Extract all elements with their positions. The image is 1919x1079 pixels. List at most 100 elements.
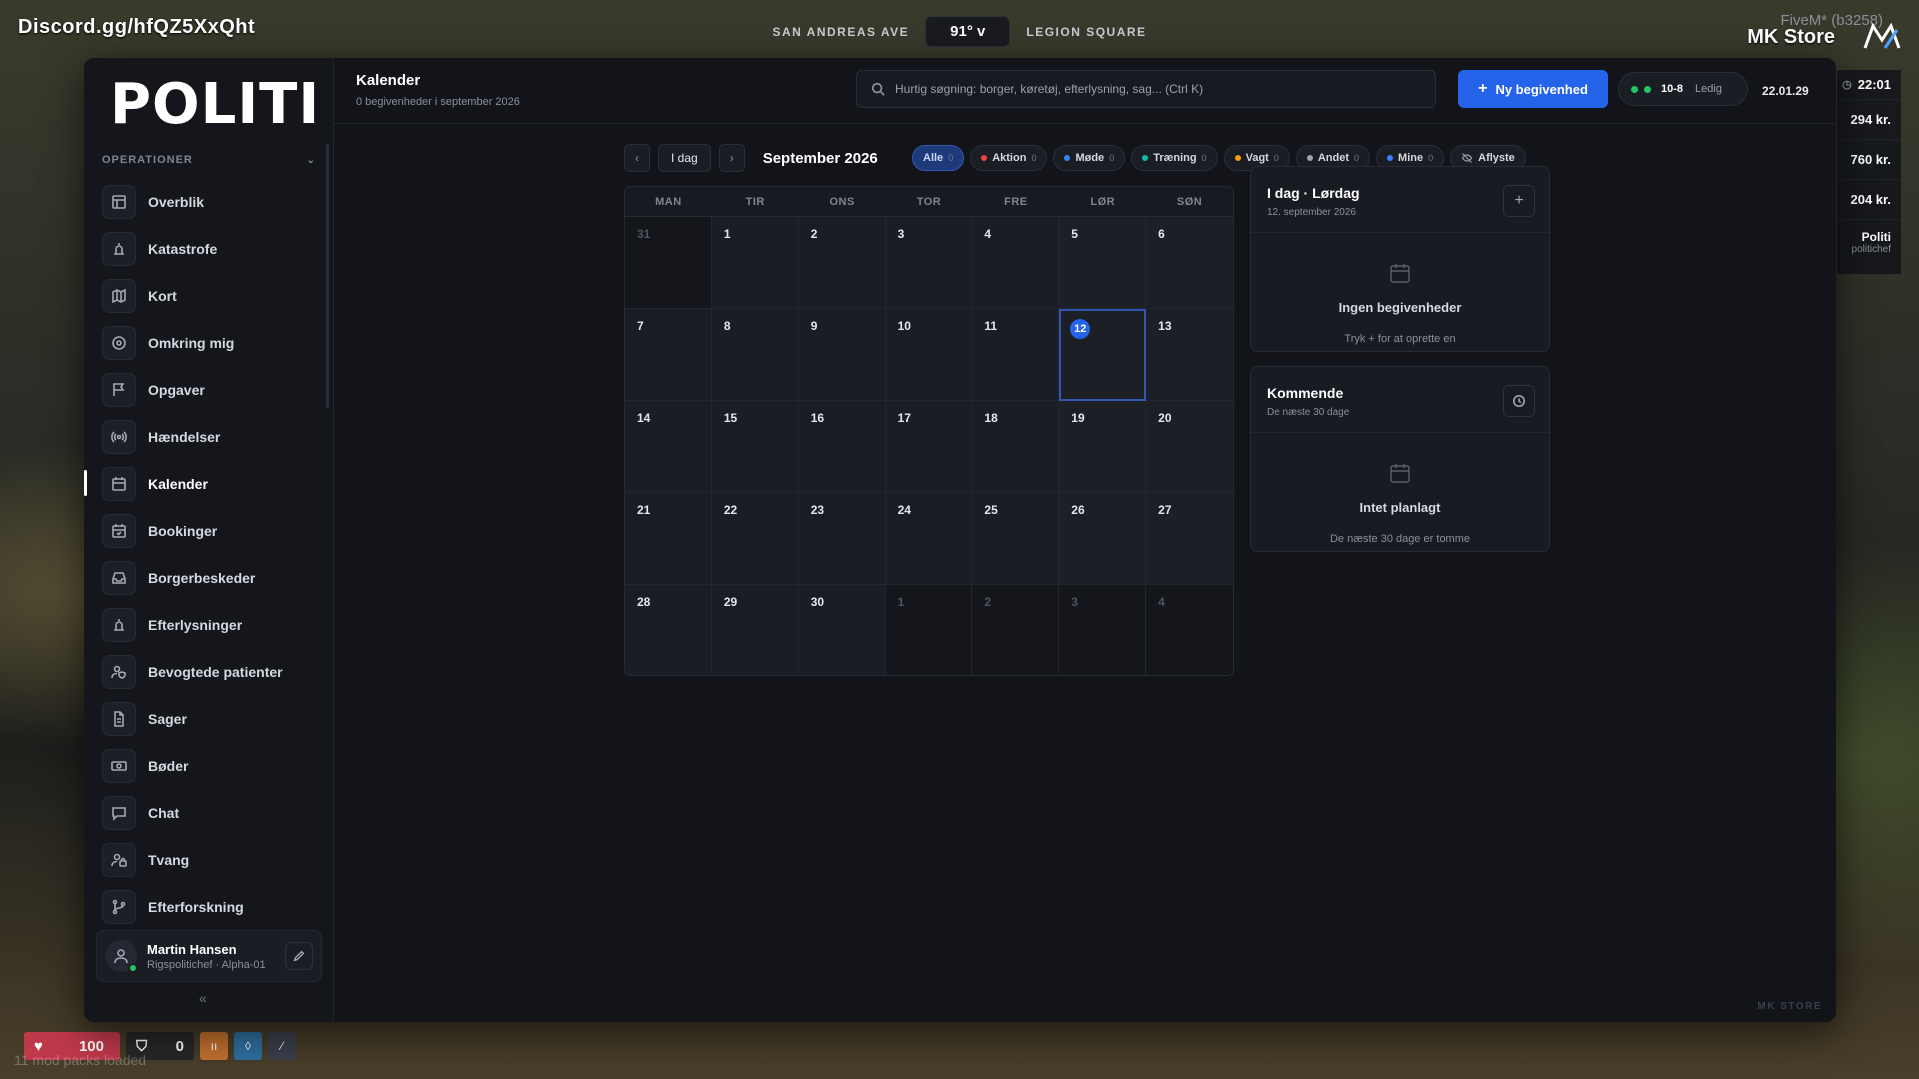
today-panel-header: I dag · Lørdag 12. september 2026 + (1251, 167, 1549, 233)
filter-count: 0 (1273, 153, 1279, 163)
next-month-button[interactable]: › (718, 144, 745, 172)
calendar-day[interactable]: 1 (885, 585, 973, 675)
sidebar-item-tvang[interactable]: Tvang (102, 836, 324, 883)
filter-label: Mine (1398, 152, 1424, 164)
store-name: MK Store (1747, 26, 1835, 48)
upcoming-panel-subtitle: De næste 30 dage (1267, 407, 1350, 418)
calendar-day[interactable]: 26 (1059, 493, 1147, 585)
sidebar-item-overblik[interactable]: Overblik (102, 178, 324, 225)
history-button[interactable] (1503, 385, 1535, 417)
section-header[interactable]: OPERATIONER ⌄ (102, 154, 316, 166)
user-card[interactable]: Martin Hansen Rigspolitichef · Alpha-01 (96, 930, 322, 982)
calendar-day[interactable]: 30 (798, 585, 886, 675)
sidebar-item-sager[interactable]: Sager (102, 695, 324, 742)
calendar-day[interactable]: 8 (711, 309, 799, 401)
calendar-day[interactable]: 2 (798, 217, 886, 309)
day-number: 16 (810, 411, 825, 425)
sidebar-item-kalender[interactable]: Kalender (84, 460, 324, 507)
prev-month-button[interactable]: ‹ (624, 144, 650, 172)
calendar-day[interactable]: 15 (711, 401, 799, 493)
chevron-right-icon: › (729, 151, 734, 165)
calendar-day[interactable]: 28 (625, 585, 712, 675)
calendar-day[interactable]: 23 (798, 493, 886, 585)
flag-icon (102, 372, 136, 407)
edit-profile-button[interactable] (285, 942, 313, 970)
calendar-day[interactable]: 6 (1146, 217, 1233, 309)
sidebar-item-kort[interactable]: Kort (102, 272, 324, 319)
calendar-day[interactable]: 5 (1059, 217, 1147, 309)
sidebar-item-bevogtede-patienter[interactable]: Bevogtede patienter (102, 648, 324, 695)
calendar-day[interactable]: 31 (625, 217, 712, 309)
calendar-day[interactable]: 25 (972, 493, 1060, 585)
search-box[interactable] (856, 70, 1436, 108)
search-input[interactable] (895, 82, 1415, 96)
sidebar-item-borgerbeskeder[interactable]: Borgerbeskeder (102, 554, 324, 601)
weekday-label: TOR (916, 195, 942, 208)
filter-chip-alle[interactable]: Alle 0 (912, 145, 965, 171)
filter-label: Aflyste (1478, 152, 1515, 164)
weekday-label: SØN (1176, 195, 1203, 208)
filter-chip-møde[interactable]: Møde 0 (1053, 145, 1126, 171)
collapse-sidebar-button[interactable]: « (199, 990, 207, 1006)
calendar-day[interactable]: 29 (711, 585, 799, 675)
filter-count: 0 (948, 153, 954, 163)
job-title: Politi (1861, 230, 1891, 244)
clock-icon (1512, 394, 1526, 408)
sidebar-item-hændelser[interactable]: Hændelser (102, 413, 324, 460)
sidebar-item-omkring-mig[interactable]: Omkring mig (102, 319, 324, 366)
today-button[interactable]: I dag (658, 144, 711, 172)
sidebar-item-bøder[interactable]: Bøder (102, 742, 324, 789)
page-title: Kalender (356, 72, 421, 89)
calendar-day[interactable]: 9 (798, 309, 886, 401)
sidebar-item-katastrofe[interactable]: Katastrofe (102, 225, 324, 272)
new-event-button[interactable]: + Ny begivenhed (1458, 70, 1608, 108)
hud-time: 22:01 (1857, 77, 1891, 92)
calendar-day[interactable]: 21 (625, 493, 712, 585)
calendar-day[interactable]: 22 (711, 493, 799, 585)
sidebar-item-label: Tvang (148, 851, 190, 868)
add-event-button[interactable]: + (1503, 185, 1535, 217)
calendar-day[interactable]: 27 (1146, 493, 1233, 585)
calendar-day[interactable]: 14 (625, 401, 712, 493)
calendar-day[interactable]: 24 (885, 493, 973, 585)
calendar-day[interactable]: 17 (885, 401, 973, 493)
sidebar-item-chat[interactable]: Chat (102, 789, 324, 836)
sidebar-item-efterforskning[interactable]: Efterforskning (102, 883, 324, 930)
sidebar-item-opgaver[interactable]: Opgaver (102, 366, 324, 413)
sidebar-item-efterlysninger[interactable]: Efterlysninger (102, 601, 324, 648)
calendar-day[interactable]: 10 (885, 309, 973, 401)
sidebar-scrollbar[interactable] (326, 144, 329, 408)
filter-chip-træning[interactable]: Træning 0 (1131, 145, 1218, 171)
weekday-header: MAN TIR ONS TOR FRE LØR SØN (625, 187, 1233, 217)
money-cash: 294 kr. (1837, 100, 1901, 140)
calendar-day[interactable]: 7 (625, 309, 712, 401)
user-name: Martin Hansen (147, 941, 237, 957)
chevron-left-icon: ‹ (635, 151, 639, 165)
calendar-day[interactable]: 11 (972, 309, 1060, 401)
today-empty-subtitle: Tryk + for at oprette en (1344, 333, 1456, 345)
calendar-day[interactable]: 16 (798, 401, 886, 493)
calendar-day[interactable]: 3 (885, 217, 973, 309)
day-number: 8 (723, 319, 731, 333)
filter-dot (1064, 155, 1071, 161)
calendar-day[interactable]: 20 (1146, 401, 1233, 493)
day-grid: 31 1 2 3 4 5 6 7 8 9 10 11 12 13 14 15 16 17 18 19 20 21 22 23 2… (625, 217, 1233, 675)
weekday-label: LØR (1090, 195, 1116, 208)
calendar-day-today[interactable]: 12 (1059, 309, 1147, 401)
filter-count: 0 (1201, 153, 1207, 163)
filter-count: 0 (1109, 153, 1115, 163)
calendar-day[interactable]: 2 (972, 585, 1060, 675)
section-label: OPERATIONER (102, 154, 193, 166)
calendar-day[interactable]: 1 (711, 217, 799, 309)
duty-status[interactable]: 10-8 Ledig (1618, 72, 1748, 106)
calendar-day[interactable]: 13 (1146, 309, 1233, 401)
calendar-day[interactable]: 19 (1059, 401, 1147, 493)
calendar-day[interactable]: 4 (1146, 585, 1233, 675)
armor-value: 0 (175, 1037, 184, 1055)
calendar-day[interactable]: 4 (972, 217, 1060, 309)
weekday-label: MAN (655, 195, 682, 208)
sidebar-item-bookinger[interactable]: Bookinger (102, 507, 324, 554)
calendar-day[interactable]: 3 (1059, 585, 1147, 675)
filter-chip-aktion[interactable]: Aktion 0 (970, 145, 1048, 171)
calendar-day[interactable]: 18 (972, 401, 1060, 493)
